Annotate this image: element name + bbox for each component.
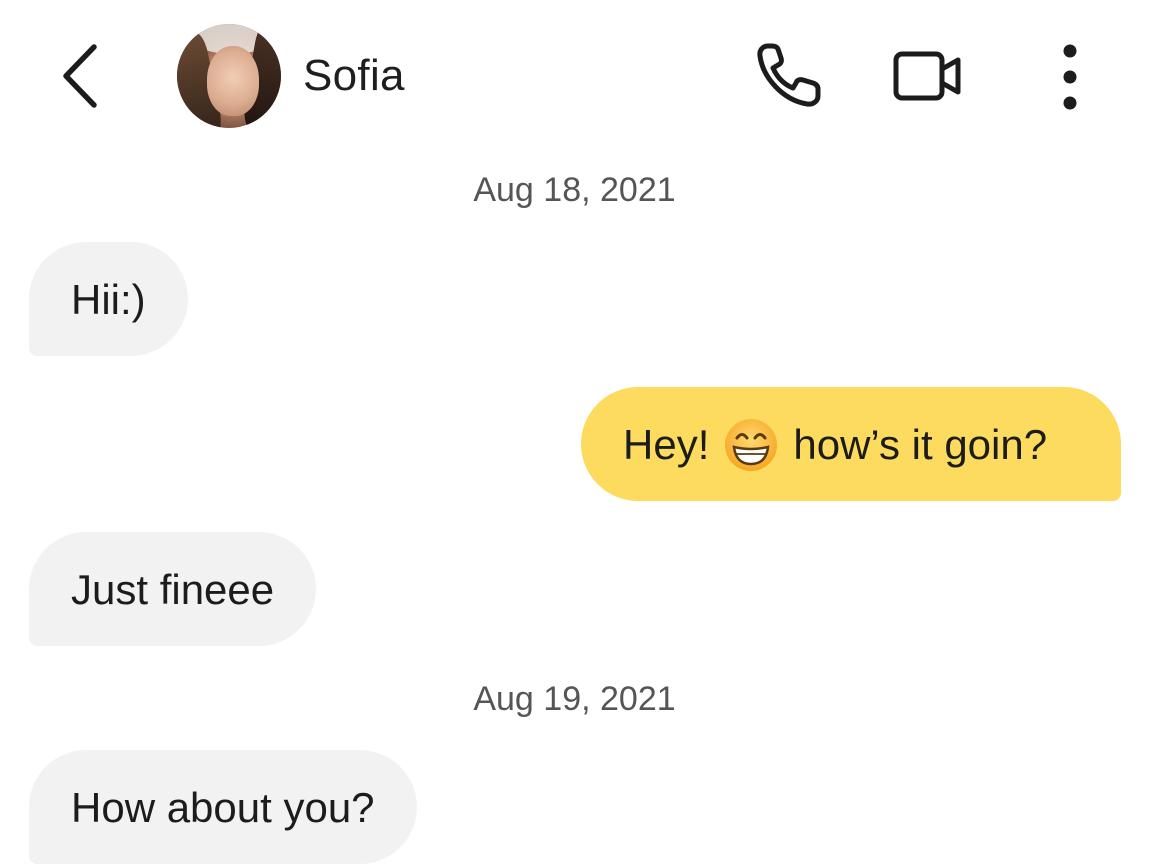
message-text: Hey!	[623, 421, 710, 468]
more-options-button[interactable]	[1030, 38, 1110, 114]
phone-icon	[757, 43, 821, 107]
incoming-message[interactable]: Just fineee	[29, 532, 317, 646]
contact-name[interactable]: Sofia	[303, 50, 405, 102]
message-text: Just fineee	[71, 566, 275, 613]
incoming-message[interactable]: Hii:)	[29, 242, 188, 356]
date-separator: Aug 18, 2021	[473, 171, 676, 209]
avatar[interactable]	[177, 24, 281, 128]
video-icon	[893, 51, 961, 101]
back-button[interactable]	[50, 36, 110, 116]
message-text: How about you?	[71, 784, 375, 831]
grinning-face-emoji-icon	[725, 418, 778, 471]
date-separator: Aug 19, 2021	[473, 680, 676, 718]
outgoing-message[interactable]: Hey! how’s it goin?	[581, 387, 1121, 501]
incoming-message[interactable]: How about you?	[29, 750, 417, 864]
back-icon	[63, 44, 97, 108]
more-vertical-icon	[1063, 44, 1077, 110]
voice-call-button[interactable]	[748, 38, 828, 114]
message-text-continued: how’s it goin?	[793, 421, 1048, 468]
chat-header: Sofia	[0, 0, 1149, 150]
message-text: Hii:)	[71, 276, 146, 323]
video-call-button[interactable]	[888, 38, 968, 114]
